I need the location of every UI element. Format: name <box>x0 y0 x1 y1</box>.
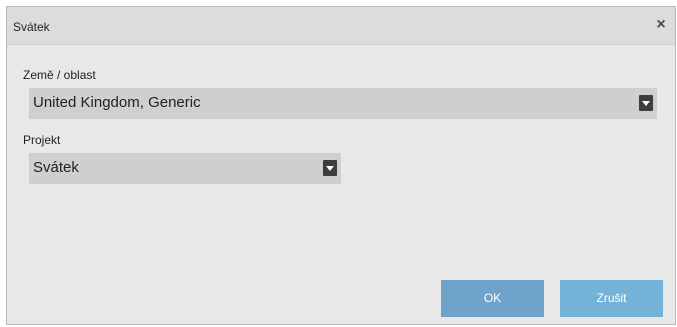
country-select[interactable]: United Kingdom, Generic <box>29 88 657 119</box>
chevron-down-icon[interactable] <box>639 95 653 111</box>
ok-button[interactable]: OK <box>441 280 544 317</box>
close-icon[interactable]: × <box>653 17 669 33</box>
dialog-title: Svátek <box>13 20 50 34</box>
project-select[interactable]: Svátek <box>29 153 341 184</box>
chevron-down-icon[interactable] <box>323 160 337 176</box>
country-select-value: United Kingdom, Generic <box>33 94 201 111</box>
project-label: Projekt <box>23 133 61 147</box>
country-label: Země / oblast <box>23 68 96 82</box>
cancel-button[interactable]: Zrušit <box>560 280 663 317</box>
dialog-titlebar: Svátek × <box>7 7 675 45</box>
holiday-dialog: Svátek × Země / oblast United Kingdom, G… <box>6 6 676 325</box>
project-select-value: Svátek <box>33 159 79 176</box>
